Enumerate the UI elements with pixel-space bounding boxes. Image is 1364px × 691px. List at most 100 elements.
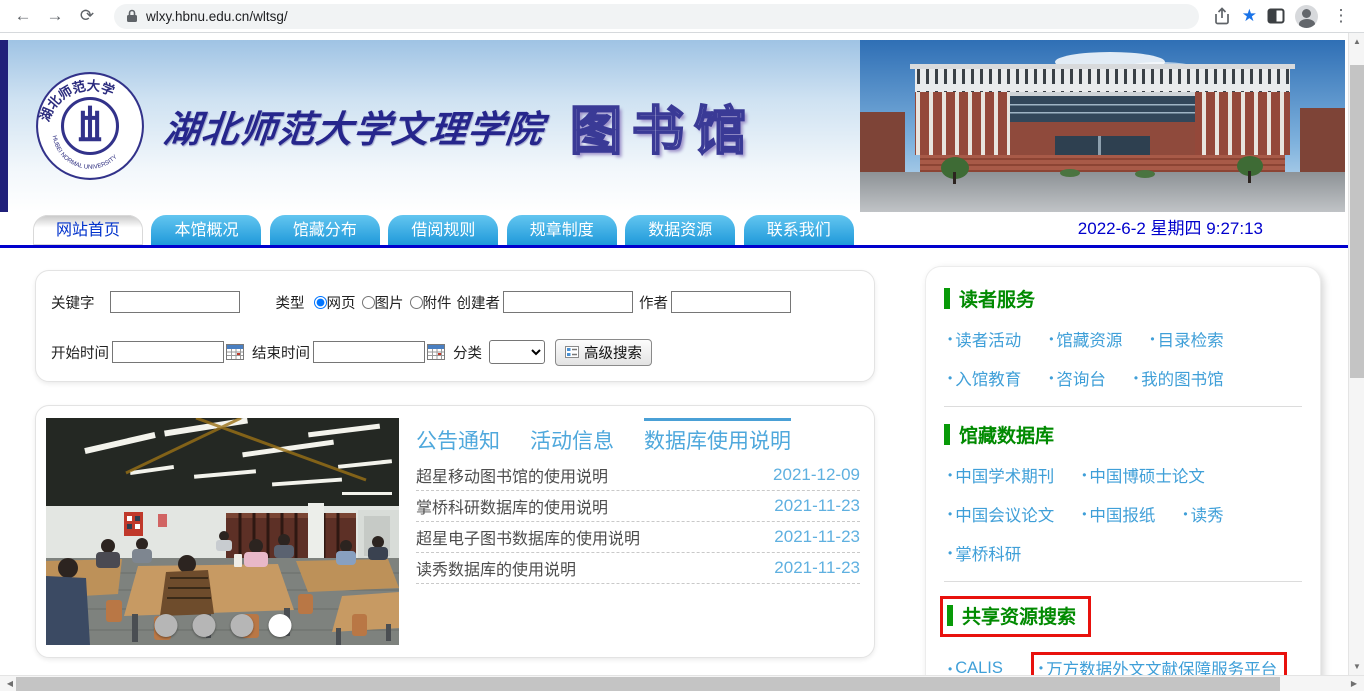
sidebar-link-calis[interactable]: •CALIS (948, 652, 1003, 675)
url-text[interactable]: wlxy.hbnu.edu.cn/wltsg/ (146, 9, 288, 24)
bookmark-star-icon[interactable]: ★ (1242, 6, 1257, 26)
news-tab-activities[interactable]: 活动信息 (530, 418, 614, 455)
bullet-icon: • (1039, 661, 1043, 675)
sidebar-link-label: 掌桥科研 (955, 541, 1021, 565)
reading-room-photo (46, 418, 399, 645)
type-radio-image[interactable] (362, 296, 375, 309)
tab-home[interactable]: 网站首页 (33, 215, 143, 245)
sidebar-link-label: 读秀 (1191, 502, 1224, 526)
sidebar-link-label: 中国报纸 (1089, 502, 1155, 526)
sidebar-link-help-desk[interactable]: •咨询台 (1049, 366, 1106, 390)
news-tab-announcements[interactable]: 公告通知 (416, 418, 500, 455)
news-item-title[interactable]: 超星电子图书数据库的使用说明 (416, 525, 640, 549)
university-seal-logo: 湖北师范大学 HUBEI NORMAL UNIVERSITY (34, 70, 146, 182)
tab-borrow-rules[interactable]: 借阅规则 (388, 215, 498, 245)
sidebar-link-label: 目录检索 (1158, 327, 1224, 351)
scroll-up-icon[interactable]: ▲ (1349, 37, 1364, 46)
news-tab-database-guides[interactable]: 数据库使用说明 (644, 418, 791, 455)
keyword-input[interactable] (110, 291, 240, 313)
sidebar-link-conference-papers[interactable]: •中国会议论文 (948, 502, 1054, 526)
tab-regulations[interactable]: 规章制度 (507, 215, 617, 245)
library-title: 图书馆 (570, 89, 756, 164)
tab-contact[interactable]: 联系我们 (744, 215, 854, 245)
page-viewport: 湖北师范大学 HUBEI NORMAL UNIVERSITY 湖北师范大学文理学… (0, 34, 1348, 675)
tab-overview[interactable]: 本馆概况 (151, 215, 261, 245)
sidebar-link-label: 咨询台 (1056, 366, 1106, 390)
banner-left-strip (0, 40, 8, 212)
type-label: 类型 (276, 292, 305, 313)
bullet-icon: • (1049, 332, 1053, 346)
section-reader-services: 读者服务 (944, 285, 1302, 312)
news-item-title[interactable]: 超星移动图书馆的使用说明 (416, 463, 608, 487)
horizontal-scroll-thumb[interactable] (16, 677, 1280, 691)
start-time-input[interactable] (112, 341, 224, 363)
bullet-icon: • (1150, 332, 1154, 346)
calendar-icon[interactable] (427, 344, 445, 360)
carousel-dot-2[interactable] (192, 614, 215, 637)
forward-icon[interactable]: → (42, 3, 68, 29)
sidebar-link-newspapers[interactable]: •中国报纸 (1082, 502, 1155, 526)
type-webpage-label: 网页 (327, 292, 356, 313)
author-input[interactable] (671, 291, 791, 313)
share-icon[interactable] (1213, 7, 1232, 25)
vertical-scroll-thumb[interactable] (1350, 65, 1364, 378)
keyword-label: 关键字 (51, 292, 95, 313)
sidebar-link-zhangqiao[interactable]: •掌桥科研 (948, 541, 1021, 565)
sidebar-link-catalog-search[interactable]: • 目录检索 (1150, 327, 1223, 351)
news-tabs: 公告通知 活动信息 数据库使用说明 (416, 418, 860, 460)
address-bar[interactable]: wlxy.hbnu.edu.cn/wltsg/ (114, 4, 1199, 29)
university-calligraphy-title: 湖北师范大学文理学院 (161, 99, 547, 153)
sidebar-link-duxiu[interactable]: • 读秀 (1183, 502, 1223, 526)
bullet-icon: • (1082, 468, 1086, 482)
calendar-icon[interactable] (226, 344, 244, 360)
tab-data-resources[interactable]: 数据资源 (625, 215, 735, 245)
sidebar-link-collection-resources[interactable]: •馆藏资源 (1049, 327, 1122, 351)
back-icon[interactable]: ← (10, 3, 36, 29)
carousel-dot-1[interactable] (154, 614, 177, 637)
sidebar-link-label: 我的图书馆 (1141, 366, 1224, 390)
category-select[interactable] (489, 340, 545, 364)
bullet-icon: • (1183, 507, 1187, 521)
carousel-dot-3[interactable] (230, 614, 253, 637)
type-attachment-label: 附件 (423, 292, 452, 313)
sidebar-link-wanfang-highlighted[interactable]: •万方数据外文文献保障服务平台 (1031, 652, 1287, 675)
section-title: 读者服务 (959, 285, 1035, 312)
menu-kebab-icon[interactable]: ⋮ (1328, 3, 1354, 29)
sidebar-link-my-library[interactable]: •我的图书馆 (1134, 366, 1224, 390)
news-item: 超星移动图书馆的使用说明 2021-12-09 (416, 460, 860, 491)
creator-input[interactable] (503, 291, 633, 313)
main-navigation: 网站首页 本馆概况 馆藏分布 借阅规则 规章制度 数据资源 联系我们 2022-… (0, 215, 1348, 248)
scroll-down-icon[interactable]: ▼ (1349, 662, 1364, 671)
divider (944, 406, 1302, 407)
bullet-icon: • (948, 662, 952, 676)
sidebar-link-label: 中国会议论文 (955, 502, 1054, 526)
news-item-title[interactable]: 读秀数据库的使用说明 (416, 556, 576, 580)
green-bar-icon (944, 288, 950, 309)
carousel[interactable] (46, 418, 399, 645)
scroll-right-icon[interactable]: ▶ (1346, 679, 1362, 688)
advanced-search-button[interactable]: 高级搜索 (555, 339, 652, 366)
reload-icon[interactable]: ⟳ (74, 3, 100, 29)
profile-avatar[interactable] (1295, 5, 1318, 28)
end-time-input[interactable] (313, 341, 425, 363)
tab-collections[interactable]: 馆藏分布 (270, 215, 380, 245)
sidebar-link-theses[interactable]: •中国博硕士论文 (1082, 463, 1205, 487)
type-radio-webpage[interactable] (314, 296, 327, 309)
bullet-icon: • (948, 371, 952, 385)
carousel-dot-4-active[interactable] (268, 614, 291, 637)
browser-toolbar: ← → ⟳ wlxy.hbnu.edu.cn/wltsg/ ★ ⋮ (0, 0, 1364, 33)
sidebar-link-label: 中国博硕士论文 (1089, 463, 1205, 487)
side-panel-icon[interactable] (1267, 8, 1285, 24)
sidebar-link-cnki-journals[interactable]: •中国学术期刊 (948, 463, 1054, 487)
horizontal-scrollbar[interactable]: ◀ ▶ (0, 675, 1364, 691)
banner-title-area: 湖北师范大学 HUBEI NORMAL UNIVERSITY 湖北师范大学文理学… (8, 40, 860, 212)
divider (944, 581, 1302, 582)
news-item-title[interactable]: 掌桥科研数据库的使用说明 (416, 494, 608, 518)
vertical-scrollbar[interactable]: ▲ ▼ (1348, 33, 1364, 675)
type-radio-attachment[interactable] (410, 296, 423, 309)
sidebar-link-reader-activities[interactable]: •读者活动 (948, 327, 1021, 351)
sidebar-link-orientation[interactable]: •入馆教育 (948, 366, 1021, 390)
section-title: 馆藏数据库 (959, 421, 1054, 448)
section-title: 共享资源搜索 (962, 602, 1076, 629)
news-item-date: 2021-12-09 (773, 465, 860, 485)
